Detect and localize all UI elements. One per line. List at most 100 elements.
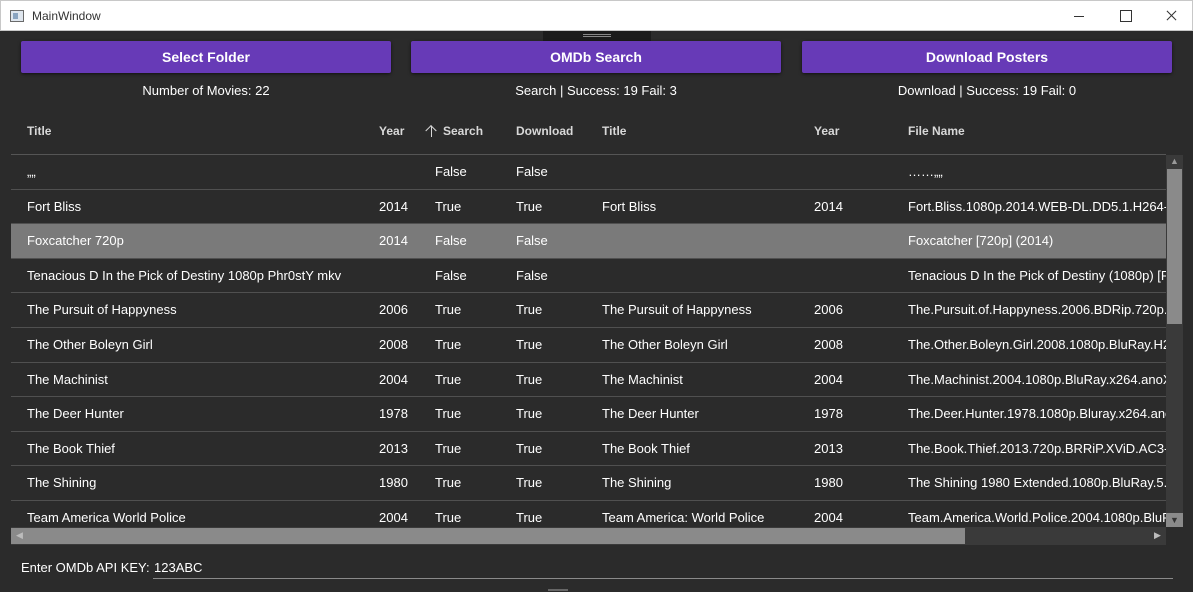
- column-header-title[interactable]: Title: [27, 124, 51, 138]
- cell-search: True: [435, 336, 462, 352]
- cell-download: True: [516, 440, 543, 456]
- cell-title: Tenacious D In the Pick of Destiny 1080p…: [27, 267, 342, 283]
- maximize-button[interactable]: [1102, 1, 1148, 31]
- cell-search: True: [435, 406, 462, 422]
- cell-download: True: [516, 406, 543, 422]
- cell-title: The Machinist: [27, 371, 108, 387]
- cell-year: 2013: [379, 440, 408, 456]
- table-row[interactable]: The Machinist 2004 True True The Machinist 20…: [11, 363, 1166, 398]
- cell-year: 2014: [379, 233, 408, 249]
- cell-search: True: [435, 371, 462, 387]
- download-status-label: Download | Success: 19 Fail: 0: [897, 83, 1077, 98]
- cell-search: True: [435, 475, 462, 491]
- cell-download: True: [516, 475, 543, 491]
- cell-file-name: Team.America.World.Police.2004.1080p.Blu…: [908, 509, 1166, 525]
- cell-file-name: The.Other.Boleyn.Girl.2008.1080p.BluRay.…: [908, 336, 1166, 352]
- scroll-right-icon[interactable]: ▶: [1149, 530, 1166, 541]
- cell-omdb-year: 2004: [814, 371, 843, 387]
- close-button[interactable]: [1148, 1, 1193, 31]
- scroll-down-icon[interactable]: ▼: [1166, 513, 1183, 527]
- api-key-input[interactable]: [153, 556, 1173, 579]
- cell-omdb-year: 2014: [814, 198, 843, 214]
- cell-download: False: [516, 164, 548, 179]
- cell-omdb-year: 2013: [814, 440, 843, 456]
- cell-omdb-year: 2008: [814, 336, 843, 352]
- cell-year: 1980: [379, 475, 408, 491]
- cell-title: „„: [27, 164, 36, 179]
- movie-count-label: Number of Movies: 22: [142, 83, 270, 98]
- scroll-left-icon[interactable]: ◀: [11, 530, 28, 541]
- table-row[interactable]: The Other Boleyn Girl 2008 True True The Oth…: [11, 328, 1166, 363]
- column-header-omdb-year[interactable]: Year: [814, 124, 839, 138]
- table-row[interactable]: The Pursuit of Happyness 2006 True True The …: [11, 293, 1166, 328]
- table-row[interactable]: Fort Bliss 2014 True True Fort Bliss 2014 Fort…: [11, 190, 1166, 225]
- cell-file-name: ……„„: [908, 164, 943, 179]
- cell-omdb-title: Fort Bliss: [602, 198, 657, 214]
- cell-file-name: Foxcatcher [720p] (2014): [908, 233, 1054, 249]
- cell-download: True: [516, 302, 543, 318]
- cell-file-name: The Shining 1980 Extended.1080p.BluRay.5…: [908, 475, 1166, 491]
- search-status-label: Search | Success: 19 Fail: 3: [515, 83, 677, 98]
- sort-ascending-icon: [426, 125, 437, 137]
- cell-omdb-year: 2004: [814, 509, 843, 525]
- cell-omdb-title: The Machinist: [602, 371, 683, 387]
- vertical-scrollbar[interactable]: ▲: [1166, 155, 1183, 527]
- table-row[interactable]: Team America World Police 2004 True True Tea…: [11, 501, 1166, 527]
- cell-omdb-title: The Deer Hunter: [602, 406, 699, 422]
- scroll-up-icon[interactable]: ▲: [1166, 156, 1183, 166]
- cell-download: True: [516, 371, 543, 387]
- app-icon: [10, 10, 24, 22]
- cell-search: True: [435, 198, 462, 214]
- cell-omdb-year: 2006: [814, 302, 843, 318]
- title-bar: MainWindow: [0, 0, 1193, 31]
- horizontal-scrollbar[interactable]: ◀ ▶: [11, 527, 1166, 545]
- cell-omdb-title: The Shining: [602, 475, 672, 491]
- cell-omdb-title: The Book Thief: [602, 440, 690, 456]
- omdb-search-button[interactable]: OMDb Search: [411, 41, 781, 73]
- cell-title: Foxcatcher 720p: [27, 233, 124, 249]
- minimize-button[interactable]: [1056, 1, 1102, 31]
- column-header-omdb-title[interactable]: Title: [602, 124, 626, 138]
- table-row[interactable]: Tenacious D In the Pick of Destiny 1080p…: [11, 259, 1166, 294]
- cell-title: Team America World Police: [27, 509, 186, 525]
- cell-year: 2004: [379, 509, 408, 525]
- resize-grip[interactable]: [548, 589, 568, 591]
- table-row[interactable]: The Book Thief 2013 True True The Book Thief…: [11, 432, 1166, 467]
- column-header-file-name[interactable]: File Name: [908, 124, 965, 138]
- column-header-year[interactable]: Year: [379, 124, 404, 138]
- download-posters-button[interactable]: Download Posters: [802, 41, 1172, 73]
- cell-download: True: [516, 198, 543, 214]
- cell-omdb-title: The Other Boleyn Girl: [602, 336, 728, 352]
- cell-file-name: The.Deer.Hunter.1978.1080p.Bluray.x264.a…: [908, 406, 1166, 422]
- cell-year: 2004: [379, 371, 408, 387]
- cell-search: False: [435, 164, 467, 179]
- cell-file-name: The.Book.Thief.2013.720p.BRRiP.XViD.AC3-…: [908, 440, 1166, 456]
- grid-rows: „„ False False ……„„ Fort Bliss 2014 True True Fo…: [11, 155, 1166, 527]
- column-header-download[interactable]: Download: [516, 124, 573, 138]
- cell-title: The Other Boleyn Girl: [27, 336, 153, 352]
- vertical-scroll-thumb[interactable]: [1167, 169, 1182, 324]
- cell-search: True: [435, 302, 462, 318]
- cell-file-name: Fort.Bliss.1080p.2014.WEB-DL.DD5.1.H264-…: [908, 198, 1166, 214]
- cell-year: 1978: [379, 406, 408, 422]
- table-row[interactable]: „„ False False ……„„: [11, 155, 1166, 190]
- select-folder-button[interactable]: Select Folder: [21, 41, 391, 73]
- table-row[interactable]: Foxcatcher 720p 2014 False False Foxcatcher …: [11, 224, 1166, 259]
- cell-search: True: [435, 509, 462, 525]
- cell-title: The Book Thief: [27, 440, 115, 456]
- cell-file-name: Tenacious D In the Pick of Destiny (1080…: [908, 267, 1166, 283]
- table-row[interactable]: The Deer Hunter 1978 True True The Deer Hunt…: [11, 397, 1166, 432]
- cell-download: True: [516, 336, 543, 352]
- column-header-search[interactable]: Search: [426, 124, 483, 138]
- cell-omdb-year: 1978: [814, 406, 843, 422]
- horizontal-scroll-thumb[interactable]: [11, 528, 965, 544]
- column-header-search-label: Search: [443, 124, 484, 138]
- table-row[interactable]: The Shining 1980 True True The Shining 1980 Th…: [11, 466, 1166, 501]
- cell-year: 2008: [379, 336, 408, 352]
- cell-year: 2006: [379, 302, 408, 318]
- cell-title: The Pursuit of Happyness: [27, 302, 177, 318]
- cell-omdb-year: 1980: [814, 475, 843, 491]
- cell-search: False: [435, 233, 467, 249]
- cell-file-name: The.Pursuit.of.Happyness.2006.BDRip.720p…: [908, 302, 1166, 318]
- cell-title: Fort Bliss: [27, 198, 82, 214]
